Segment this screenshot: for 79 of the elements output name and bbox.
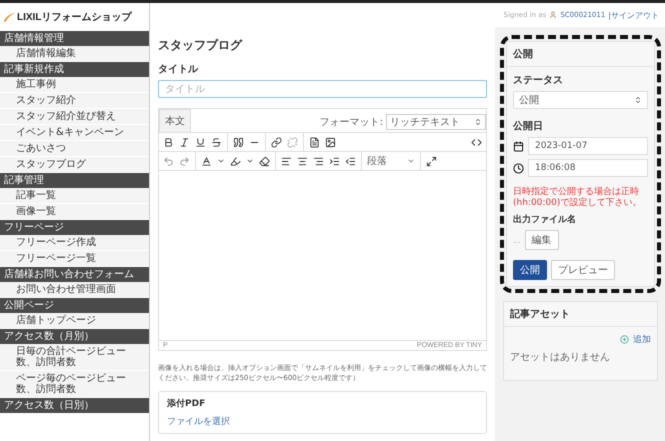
editor-tab[interactable]: 本文	[159, 109, 191, 132]
empty-text: アセットはありません	[510, 351, 611, 365]
caret-icon[interactable]	[246, 157, 254, 165]
add-link[interactable]: 追加	[633, 333, 651, 346]
paragraph-select[interactable]: 段落	[367, 154, 415, 168]
user-icon	[549, 11, 558, 19]
format-select[interactable]: リッチテキスト	[386, 114, 486, 130]
underline-icon[interactable]	[195, 136, 206, 148]
eraser-icon[interactable]	[259, 156, 270, 166]
highlight-icon[interactable]	[230, 156, 241, 166]
sidebar-heading: アクセス数（日別）	[0, 398, 149, 413]
panel-title: 公開	[507, 42, 654, 67]
sidebar-item[interactable]: ページ毎のページビュー数、訪問者数	[0, 371, 149, 398]
warning-text: 日時指定で公開する場合は正時(hh:00:00)で設定して下さい。	[513, 187, 642, 209]
panel-title: 記事アセット	[504, 302, 657, 327]
format-label: フォーマット:	[320, 116, 383, 129]
document-icon[interactable]	[309, 136, 320, 148]
select-arrows-icon	[474, 118, 482, 126]
sidebar-heading: 記事新規作成	[0, 62, 149, 77]
text-color-icon[interactable]	[201, 156, 212, 166]
status-select[interactable]: 公開	[513, 91, 648, 109]
page-title: スタッフブログ	[158, 37, 244, 54]
date-field[interactable]: 2023-01-07	[528, 137, 648, 155]
indent-icon[interactable]	[329, 156, 340, 166]
title-field[interactable]: タイトル	[158, 80, 487, 98]
publish-button[interactable]: 公開	[513, 260, 547, 280]
choose-file-link[interactable]: ファイルを選択	[167, 415, 478, 428]
clock-icon	[513, 162, 524, 174]
sidebar-item[interactable]: スタッフ紹介並び替え	[0, 109, 149, 125]
sidebar-item[interactable]: 日毎の合計ページビュー数、訪問者数	[0, 344, 149, 371]
strikethrough-icon[interactable]	[211, 136, 222, 148]
sidebar-heading: 公開ページ	[0, 298, 149, 313]
sidebar-item[interactable]: イベント&キャンペーン	[0, 125, 149, 141]
time-field[interactable]: 18:06:08	[528, 159, 648, 177]
filename-text: ...	[513, 236, 521, 244]
sidebar-item[interactable]: 施工事例	[0, 77, 149, 93]
field-label: 公開日	[513, 120, 544, 133]
sidebar-heading: 記事管理	[0, 173, 149, 188]
align-center-icon[interactable]	[297, 156, 308, 166]
sidebar-heading: 店舗様お問い合わせフォーム	[0, 267, 149, 282]
pdf-label: 添付PDF	[167, 398, 206, 410]
code-icon[interactable]	[471, 136, 482, 148]
preview-button[interactable]: プレビュー	[551, 260, 615, 280]
sidebar-item[interactable]: 記事一覧	[0, 188, 149, 204]
align-right-icon[interactable]	[313, 156, 324, 166]
link-icon[interactable]	[271, 136, 282, 148]
italic-icon[interactable]	[179, 136, 190, 148]
image-icon[interactable]	[325, 136, 336, 148]
outdent-icon[interactable]	[345, 156, 356, 166]
sidebar-heading: アクセス数（月別）	[0, 329, 149, 344]
field-label: ステータス	[513, 74, 564, 87]
sidebar-item[interactable]: フリーページ作成	[0, 235, 149, 251]
sidebar-item[interactable]: スタッフ紹介	[0, 93, 149, 109]
sidebar-item[interactable]: フリーページ一覧	[0, 251, 149, 267]
quote-icon[interactable]	[233, 136, 244, 148]
sidebar-item[interactable]: 店舗トップページ	[0, 313, 149, 329]
redo-icon[interactable]	[179, 156, 190, 166]
bold-icon[interactable]	[163, 136, 174, 148]
field-label: 出力ファイル名	[513, 213, 577, 226]
fullscreen-icon[interactable]	[426, 156, 437, 166]
sidebar-heading: 店舗情報管理	[0, 31, 149, 46]
undo-icon[interactable]	[163, 156, 174, 166]
caret-icon[interactable]	[217, 157, 225, 165]
edit-button[interactable]: 編集	[524, 230, 559, 250]
sidebar-item[interactable]: スタッフブログ	[0, 157, 149, 173]
caret-icon	[407, 157, 415, 165]
sidebar-heading: フリーページ	[0, 220, 149, 235]
sidebar-item[interactable]: ごあいさつ	[0, 141, 149, 157]
select-arrows-icon	[634, 96, 642, 104]
field-label: タイトル	[158, 63, 200, 76]
signout-link[interactable]: |サインアウト	[608, 10, 659, 20]
align-left-icon[interactable]	[281, 156, 292, 166]
logo-swoosh-icon	[3, 12, 15, 22]
logo-text: LIXILリフォームショップ	[17, 10, 132, 24]
calendar-icon	[513, 140, 524, 152]
sidebar-item[interactable]: お問い合わせ管理画面	[0, 282, 149, 298]
add-icon	[620, 335, 629, 344]
sidebar-item[interactable]: 店舗情報編集	[0, 46, 149, 62]
sidebar-item[interactable]: 画像一覧	[0, 204, 149, 220]
